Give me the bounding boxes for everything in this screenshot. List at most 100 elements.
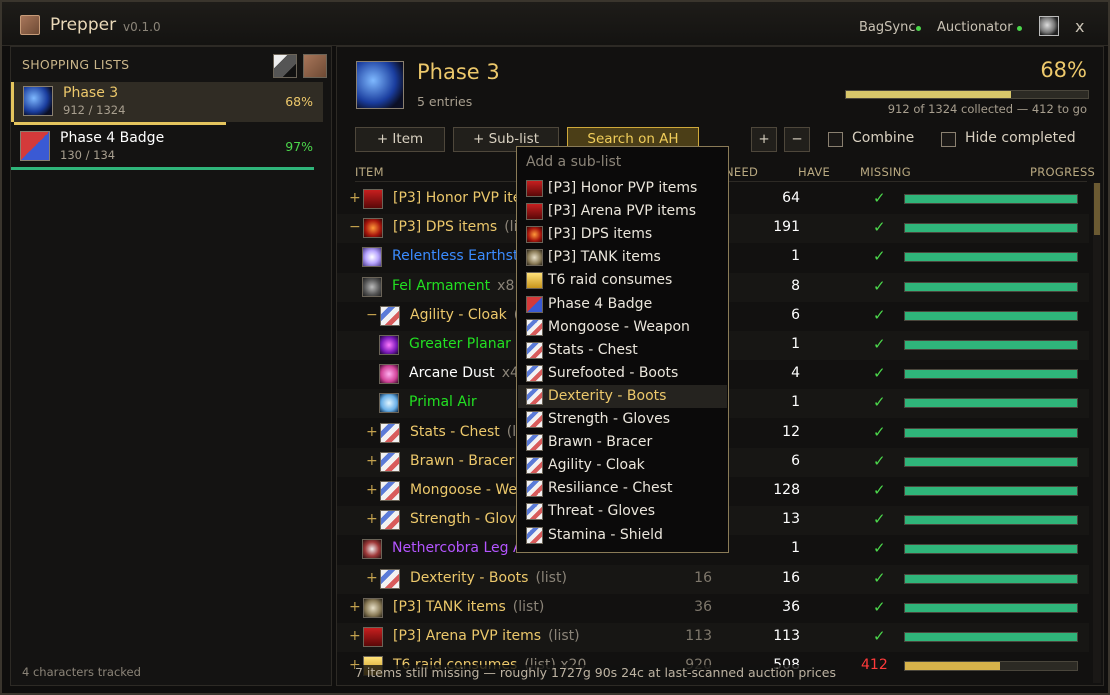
row-progress-fill <box>905 341 1077 349</box>
dropdown-item[interactable]: [P3] TANK items <box>518 246 727 269</box>
app-version: v0.1.0 <box>123 20 161 34</box>
dropdown-item[interactable]: Mongoose - Weapon <box>518 316 727 339</box>
list-title: Phase 3 <box>417 60 500 84</box>
row-need: 113 <box>685 628 712 644</box>
row-item-name[interactable]: Primal Air <box>409 394 484 410</box>
dropdown-item-label: Strength - Gloves <box>548 411 671 427</box>
expand-toggle[interactable]: + <box>349 628 361 644</box>
row-progress-bar <box>904 369 1078 380</box>
title-bar[interactable]: Prepper v0.1.0 BagSync Auctionator x <box>2 2 1108 46</box>
dropdown-item[interactable]: Stats - Chest <box>518 339 727 362</box>
complete-check-icon: ✓ <box>873 568 886 587</box>
enchant-scroll-icon <box>380 510 400 531</box>
sublist-icon <box>526 272 543 290</box>
row-item-name[interactable]: [P3] DPS items(list) <box>393 219 536 235</box>
sidebar-item-phase-3[interactable]: Phase 3 912 / 1324 68% <box>11 82 323 125</box>
dropdown-item-label: [P3] DPS items <box>548 226 653 243</box>
complete-check-icon: ✓ <box>873 597 886 616</box>
sidebar-item-phase-4-badge[interactable]: Phase 4 Badge 130 / 134 97% <box>11 127 323 170</box>
dropdown-item[interactable]: [P3] DPS items <box>518 223 727 246</box>
add-item-button[interactable]: + Item <box>355 127 445 152</box>
row-progress-fill <box>905 545 1077 554</box>
column-header-missing[interactable]: MISSING <box>860 165 911 179</box>
dropdown-title: Add a sub-list <box>526 154 622 170</box>
table-row[interactable]: + [P3] Arena PVP items (list) 113 113 ✓ <box>337 623 1089 652</box>
column-header-item[interactable]: ITEM <box>355 165 384 179</box>
dropdown-item[interactable]: Dexterity - Boots <box>518 384 727 408</box>
phase-3-header-icon <box>356 61 404 109</box>
sidebar-item-count: 130 / 134 <box>60 148 116 162</box>
prepper-window: Prepper v0.1.0 BagSync Auctionator x SHO… <box>0 0 1110 695</box>
row-have: 6 <box>791 306 800 323</box>
collapse-toggle[interactable]: − <box>366 307 378 323</box>
dropdown-item[interactable]: Surefooted - Boots <box>518 362 727 385</box>
expand-toggle[interactable]: + <box>366 511 378 527</box>
auctionator-status-label: Auctionator <box>937 20 1013 35</box>
row-item-name[interactable]: [P3] TANK items (list) <box>393 599 544 615</box>
complete-check-icon: ✓ <box>873 422 886 441</box>
dropdown-item-label: [P3] Honor PVP items <box>548 180 698 196</box>
row-item-name[interactable]: Fel Armament x8 <box>392 278 514 294</box>
expand-toggle[interactable]: + <box>366 482 378 498</box>
hide-completed-checkbox[interactable] <box>941 132 956 147</box>
row-item-name[interactable]: [P3] Arena PVP items (list) <box>393 628 580 644</box>
wolf-portrait-icon[interactable] <box>1039 16 1059 36</box>
collapse-all-button[interactable]: − <box>784 127 810 152</box>
row-progress-fill <box>905 399 1077 408</box>
dropdown-item[interactable]: Threat - Gloves <box>518 500 727 523</box>
sword-icon[interactable] <box>273 54 297 78</box>
dropdown-item[interactable]: Resiliance - Chest <box>518 477 727 500</box>
row-progress-fill <box>905 253 1077 262</box>
row-item-name[interactable]: Dexterity - Boots (list) <box>410 570 567 586</box>
dropdown-item-label: Dexterity - Boots <box>548 387 667 404</box>
row-item-name[interactable]: Arcane Dust x4 <box>409 365 519 381</box>
sidebar-item-progress-bar <box>11 167 314 170</box>
sublist-icon <box>526 364 543 382</box>
expand-toggle[interactable]: + <box>366 570 378 586</box>
dropdown-item[interactable]: [P3] Arena PVP items <box>518 200 727 223</box>
collapse-toggle[interactable]: − <box>349 219 361 235</box>
dropdown-item-label: [P3] TANK items <box>548 249 661 266</box>
arena-pvp-icon <box>363 627 383 647</box>
row-progress-fill <box>905 195 1077 203</box>
dropdown-item[interactable]: Stamina - Shield <box>518 524 727 547</box>
expand-toggle[interactable]: + <box>366 453 378 469</box>
expand-toggle[interactable]: + <box>349 190 361 206</box>
row-have: 6 <box>791 452 800 469</box>
row-progress-bar <box>904 340 1078 350</box>
expand-all-button[interactable]: + <box>751 127 777 152</box>
sublist-icon <box>526 203 543 221</box>
complete-check-icon: ✓ <box>873 627 886 645</box>
scrollbar-thumb[interactable] <box>1094 183 1100 235</box>
dropdown-item[interactable]: Brawn - Bracer <box>518 431 727 454</box>
dropdown-item[interactable]: Phase 4 Badge <box>518 293 727 316</box>
enchant-scroll-icon <box>380 422 400 443</box>
row-have: 8 <box>791 277 800 294</box>
sublist-icon <box>526 249 543 267</box>
dropdown-item[interactable]: [P3] Honor PVP items <box>518 177 727 200</box>
row-progress-fill <box>905 370 1077 379</box>
table-row[interactable]: + Dexterity - Boots (list) 16 16 ✓ <box>337 564 1089 594</box>
column-header-progress[interactable]: PROGRESS <box>1030 165 1095 179</box>
dropdown-item[interactable]: Strength - Gloves <box>518 408 727 431</box>
row-progress-fill <box>905 603 1077 612</box>
column-header-have[interactable]: HAVE <box>798 165 830 179</box>
close-button[interactable]: x <box>1075 17 1084 36</box>
dropdown-item[interactable]: T6 raid consumes <box>518 269 727 292</box>
dropdown-item[interactable]: Agility - Cloak <box>518 454 727 477</box>
row-progress-fill <box>905 224 1077 233</box>
expand-toggle[interactable]: + <box>349 599 361 615</box>
app-title: Prepper <box>50 15 117 35</box>
add-sublist-dropdown[interactable]: Add a sub-list [P3] Honor PVP items [P3] … <box>516 146 729 553</box>
enchant-scroll-icon <box>380 451 400 472</box>
combine-checkbox[interactable] <box>828 132 843 147</box>
column-header-need[interactable]: NEED <box>725 165 758 179</box>
expand-toggle[interactable]: + <box>366 424 378 440</box>
primal-air-icon <box>379 393 399 414</box>
bag-icon[interactable] <box>303 54 327 78</box>
table-row[interactable]: + [P3] TANK items (list) 36 36 ✓ <box>337 594 1089 623</box>
row-have: 1 <box>791 394 800 411</box>
sublist-icon <box>526 411 543 428</box>
table-scrollbar[interactable] <box>1093 183 1101 683</box>
combine-label: Combine <box>852 130 915 146</box>
